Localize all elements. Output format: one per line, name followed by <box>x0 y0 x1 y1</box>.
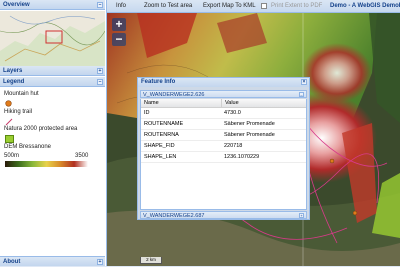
about-panel-header[interactable]: About + <box>0 256 105 266</box>
dem-ramp-max: 3500 <box>75 153 89 159</box>
table-row[interactable]: SHAPE_FID 220718 <box>141 141 306 152</box>
feature-info-window[interactable]: Feature Info × V_WANDERWEGE2.626 – Name … <box>137 77 310 220</box>
zoom-out-button[interactable]: − <box>112 33 126 46</box>
feature-group-title: V_WANDERWEGE2.626 <box>143 92 205 98</box>
row-name: ROUTENRNA <box>144 132 179 138</box>
table-row[interactable]: ID 4730.0 <box>141 108 306 119</box>
overview-map[interactable] <box>0 11 105 66</box>
col-header-name[interactable]: Name <box>141 99 159 107</box>
row-value: 4730.0 <box>224 110 241 116</box>
mountain-hut-icon <box>5 100 12 107</box>
close-icon[interactable]: × <box>301 79 307 85</box>
feature-group-header[interactable]: V_WANDERWEGE2.687 + <box>140 211 307 219</box>
dem-ramp-min: 500m <box>4 153 20 159</box>
legend-title: Legend <box>3 79 25 85</box>
expand-icon[interactable]: + <box>97 259 103 265</box>
layers-title: Layers <box>3 68 23 74</box>
col-header-value[interactable]: Value <box>221 99 239 107</box>
export-kml-button[interactable]: Export Map To KML <box>203 0 256 12</box>
table-row[interactable]: ROUTENNAME Säbener Promenade <box>141 119 306 130</box>
scale-bar: 2 km <box>140 257 162 264</box>
zoom-in-button[interactable]: + <box>112 18 126 31</box>
expand-icon[interactable]: + <box>299 213 304 218</box>
info-button[interactable]: Info <box>116 0 126 12</box>
feature-group-header[interactable]: V_WANDERWEGE2.626 – <box>140 90 307 98</box>
mountain-hut-marker <box>352 210 358 216</box>
left-panel: Overview – Layers + Legend – Mountain hu… <box>0 0 107 266</box>
app-brand: Demo - A WebGIS DemoLang <box>330 3 400 9</box>
overview-title: Overview <box>3 2 30 8</box>
layers-panel-header[interactable]: Layers + <box>0 66 105 76</box>
table-row[interactable]: ROUTENRNA Säbener Promenade <box>141 130 306 141</box>
natura-area-icon <box>5 135 14 143</box>
legend-panel-header[interactable]: Legend – <box>0 77 105 87</box>
row-value: 220718 <box>224 143 243 149</box>
legend-label-hut: Mountain hut <box>4 91 39 97</box>
legend-label-natura: Natura 2000 protected area <box>4 126 78 132</box>
feature-info-header[interactable]: Feature Info × <box>138 78 309 87</box>
top-toolbar: Info Zoom to Test area Export Map To KML… <box>107 0 400 13</box>
zoom-test-area-button[interactable]: Zoom to Test area <box>144 0 192 12</box>
feature-group-title: V_WANDERWEGE2.687 <box>143 213 205 219</box>
collapse-icon[interactable]: – <box>299 92 304 97</box>
grid-header: Name Value <box>141 99 306 108</box>
table-row[interactable]: SHAPE_LEN 1236.1070229 <box>141 152 306 163</box>
expand-icon[interactable]: + <box>97 68 103 74</box>
about-title: About <box>3 259 21 265</box>
row-name: ID <box>144 110 150 116</box>
legend-body: Mountain hut Hiking trail Natura 2000 pr… <box>0 88 105 256</box>
print-pdf-button[interactable]: Print Extent to PDF <box>271 0 322 12</box>
row-value: Säbener Promenade <box>224 132 275 138</box>
row-name: ROUTENNAME <box>144 121 184 127</box>
collapse-icon[interactable]: – <box>97 2 103 8</box>
attribute-grid: Name Value ID 4730.0 ROUTENNAME Säbener … <box>140 99 307 210</box>
feature-info-title: Feature Info <box>141 79 176 85</box>
collapse-icon[interactable]: – <box>97 79 103 85</box>
legend-label-dem: DEM Bressanone <box>4 144 52 150</box>
overview-panel-header[interactable]: Overview – <box>0 0 105 10</box>
print-pdf-checkbox[interactable] <box>261 3 267 9</box>
row-name: SHAPE_FID <box>144 143 175 149</box>
row-value: Säbener Promenade <box>224 121 275 127</box>
legend-label-trail: Hiking trail <box>4 109 33 115</box>
row-name: SHAPE_LEN <box>144 154 177 160</box>
mountain-hut-marker <box>329 158 335 164</box>
dem-color-ramp <box>5 161 88 167</box>
row-value: 1236.1070229 <box>224 154 260 160</box>
hiking-trail-icon <box>5 118 13 126</box>
